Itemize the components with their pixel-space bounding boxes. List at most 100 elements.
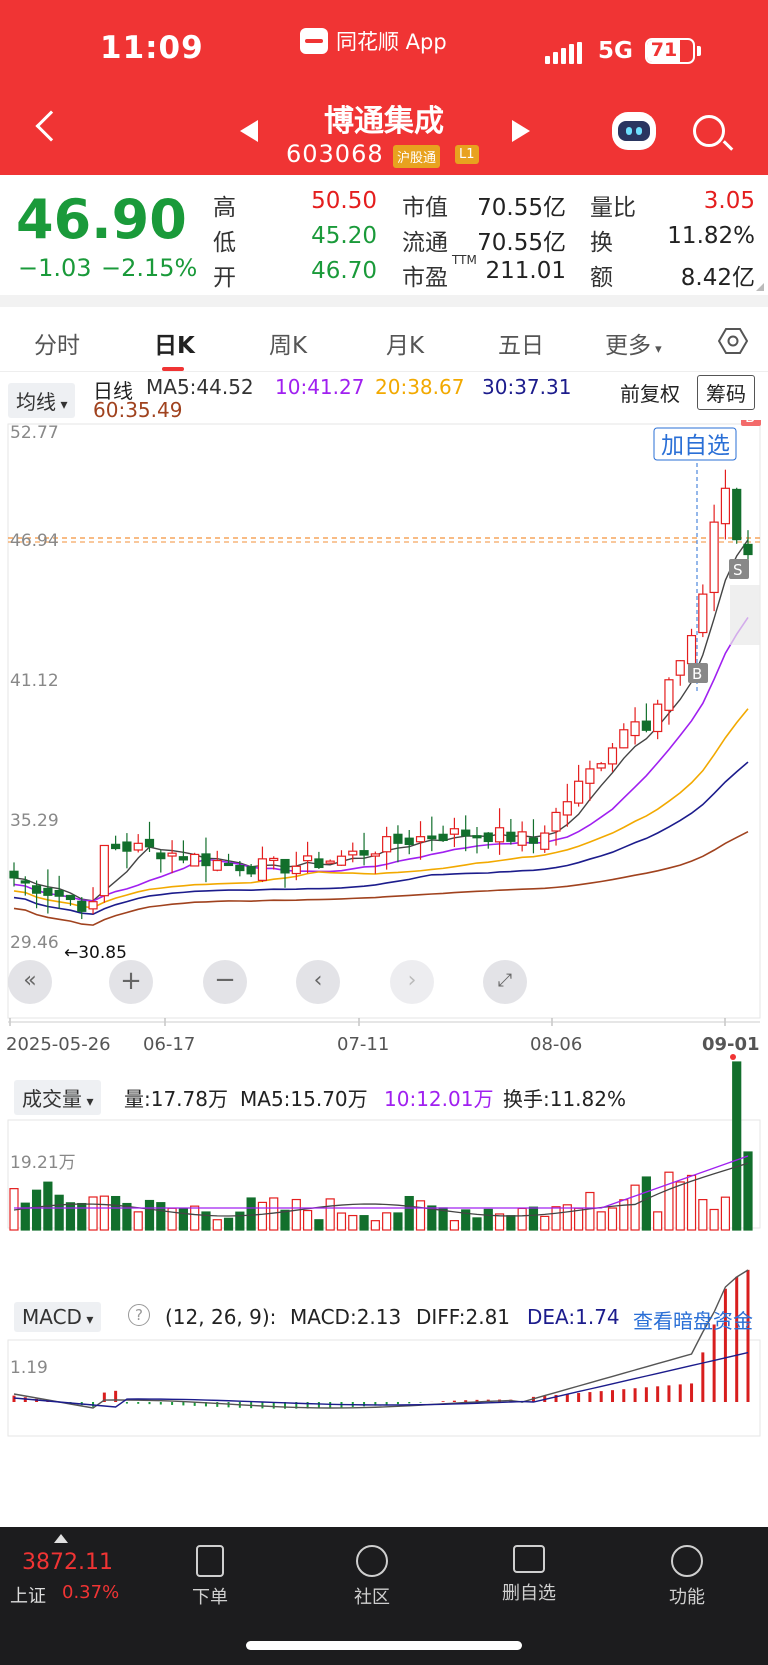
app-indicator[interactable]: 同花顺 App (300, 26, 447, 56)
expand-corner-icon[interactable] (756, 283, 764, 291)
volume-bar (698, 1199, 708, 1231)
home-indicator (246, 1641, 522, 1650)
ma30-value: 30:37.31 (482, 375, 572, 399)
volume-dropdown[interactable]: 成交量 (14, 1080, 102, 1115)
candle-body (574, 780, 584, 804)
candle (314, 851, 324, 869)
dark-pool-link[interactable]: 查看暗盘资金 (633, 1305, 753, 1334)
volume-bar (303, 1209, 313, 1231)
active-tab-indicator (162, 367, 184, 371)
y-tick-label: 29.46 (10, 933, 59, 953)
x-tick-label: 06-17 (143, 1034, 195, 1055)
volume-bar (88, 1196, 98, 1231)
app-name: 同花顺 App (336, 30, 447, 54)
volume-bar (506, 1215, 516, 1231)
volume-bar (178, 1207, 188, 1231)
candle-body (348, 850, 358, 856)
candle-body (122, 841, 132, 852)
community-star-icon (356, 1545, 388, 1577)
candle-body (303, 855, 313, 862)
pan-left-button[interactable]: ‹ (296, 960, 340, 1004)
candle-body (359, 850, 369, 856)
candle-body (31, 885, 42, 894)
candle (269, 856, 279, 870)
candle (698, 584, 708, 638)
volume-bar (517, 1207, 527, 1231)
expand-index-icon[interactable] (54, 1534, 68, 1543)
mcap-label: 市值 (402, 195, 448, 221)
candle-body (483, 832, 493, 843)
volume-ratio-label: 量比 (590, 195, 636, 221)
macd-params: (12, 26, 9): (165, 1305, 277, 1329)
candle (709, 504, 719, 612)
nav-community-label: 社区 (354, 1587, 390, 1608)
candle-body (664, 679, 674, 711)
volume-bar (720, 1196, 731, 1231)
zoom-in-button[interactable]: + (109, 960, 153, 1004)
app-logo-icon (300, 28, 328, 54)
nav-order[interactable]: 下单 (165, 1545, 255, 1609)
volume-bar (111, 1195, 121, 1231)
app-screen: 11:09 同花顺 App 5G 71 博通集成 603068 沪股通 L1 4… (0, 0, 768, 1665)
zoom-out-button[interactable]: − (203, 960, 247, 1004)
tab-monthly-k[interactable]: 月K (386, 326, 424, 360)
candle (359, 832, 369, 866)
candle-body (201, 853, 211, 867)
dea-line (13, 1351, 749, 1408)
price-change-pct: −2.15% (101, 254, 198, 282)
search-icon[interactable] (693, 115, 725, 147)
volume-bar (709, 1208, 719, 1231)
nav-remove-watch[interactable]: 删自选 (484, 1545, 574, 1605)
tab-more[interactable]: 更多 ▾ (605, 326, 662, 360)
candle-body (653, 703, 663, 733)
ma20-line (13, 708, 749, 909)
volume-bar (653, 1211, 663, 1231)
nav-functions[interactable]: 功能 (642, 1545, 732, 1609)
volume-bar (585, 1191, 595, 1231)
candle-body (167, 852, 177, 857)
price-change: −1.03 (18, 254, 92, 282)
macd-y-label: 1.19 (10, 1358, 48, 1378)
index-value[interactable]: 3872.11 (22, 1550, 113, 1575)
scroll-left-button[interactable]: « (8, 960, 52, 1004)
ma10-line (13, 617, 749, 902)
candle (257, 846, 268, 883)
volume-bar (156, 1202, 166, 1231)
pan-right-button[interactable]: › (390, 960, 434, 1004)
candle (156, 850, 166, 873)
ma-dropdown[interactable]: 均线 (8, 383, 76, 418)
candle (461, 815, 471, 852)
help-icon[interactable]: ? (128, 1304, 150, 1326)
low-value: 45.20 (311, 223, 377, 249)
candle (574, 764, 584, 807)
tab-fenshi[interactable]: 分时 (34, 326, 80, 360)
chip-button[interactable]: 筹码 (697, 375, 755, 410)
candle-body (630, 721, 640, 737)
price-adjust-button[interactable]: 前复权 (620, 378, 680, 407)
fullscreen-button[interactable]: ⤢ (483, 960, 527, 1004)
volume-bar (641, 1176, 651, 1231)
volume-bar (212, 1219, 222, 1231)
candle-body (257, 858, 268, 881)
settings-hex-icon[interactable] (718, 327, 748, 355)
candle-body (314, 858, 324, 869)
assistant-robot-icon[interactable] (612, 112, 656, 150)
tab-daily-k[interactable]: 日K (154, 326, 195, 360)
diff-line (13, 1269, 749, 1409)
volume-bar (528, 1206, 539, 1231)
status-time: 11:09 (100, 30, 204, 66)
macd-dropdown[interactable]: MACD (14, 1302, 102, 1332)
tab-weekly-k[interactable]: 周K (269, 326, 307, 360)
next-stock-icon[interactable] (512, 120, 530, 142)
candle-body (641, 720, 651, 731)
quote-panel: 46.90 −1.03 −2.15% 高 50.50 低 45.20 开 46.… (0, 175, 768, 295)
nav-order-label: 下单 (192, 1587, 228, 1608)
candle (653, 699, 663, 740)
volume-bar (404, 1195, 414, 1231)
candle-body (54, 889, 64, 897)
candle-body (370, 853, 380, 857)
candle-body (494, 827, 505, 843)
candle (517, 821, 527, 852)
tab-five-day[interactable]: 五日 (498, 326, 544, 360)
nav-community[interactable]: 社区 (327, 1545, 417, 1609)
